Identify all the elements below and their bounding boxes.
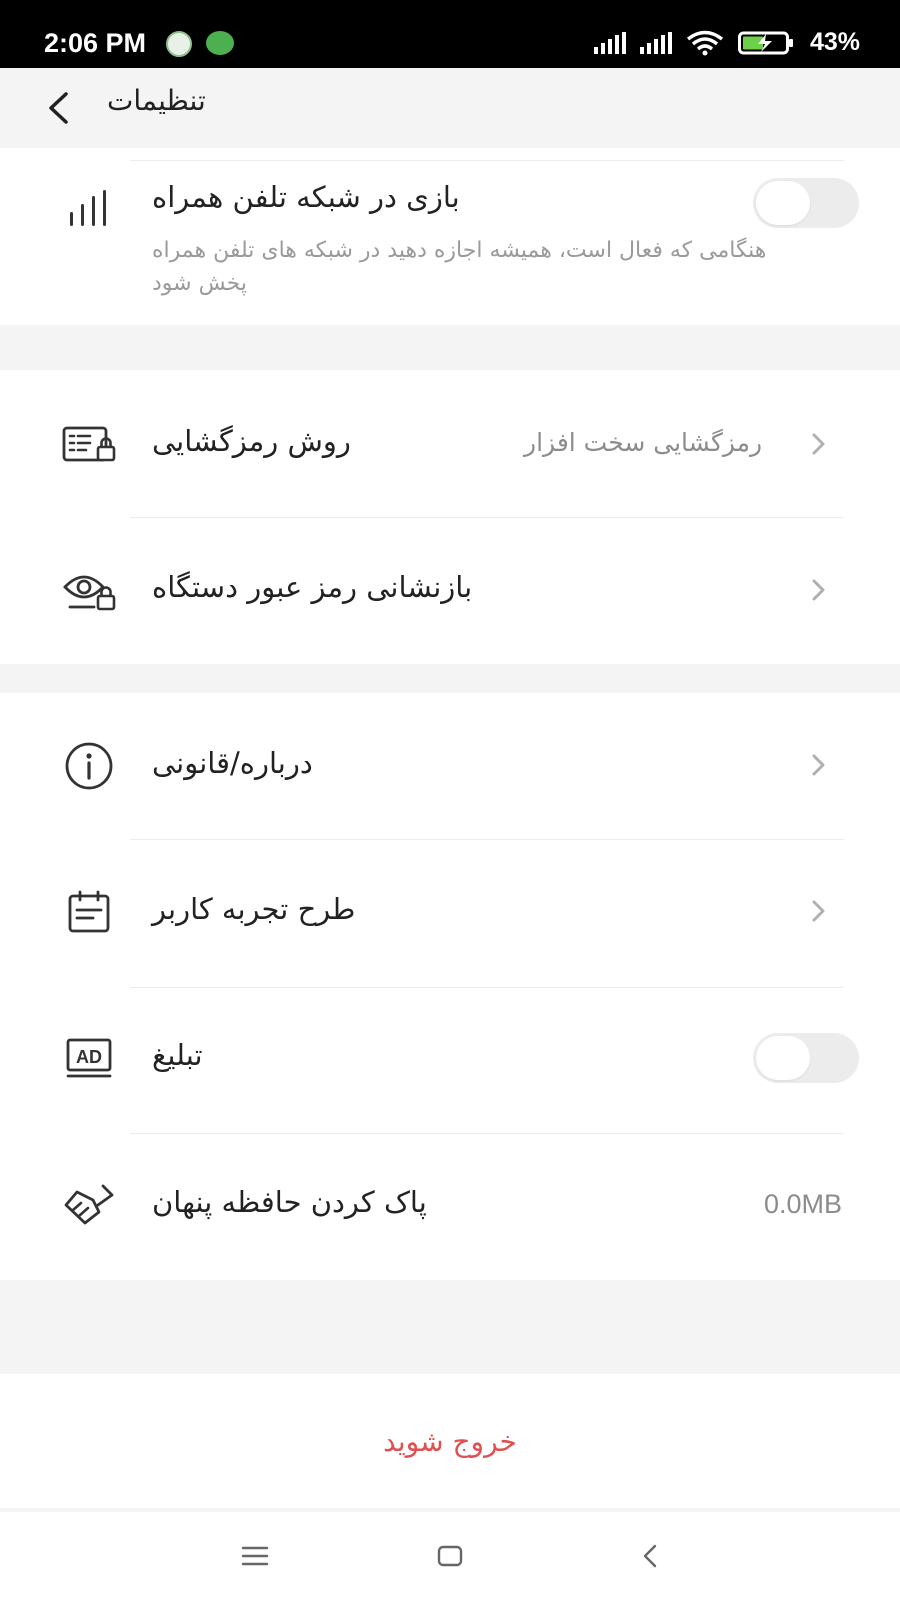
mobile-data-toggle[interactable] <box>753 178 859 228</box>
decoding-value: رمزگشایی سخت افزار <box>524 428 763 457</box>
clear-cache-row[interactable]: پاک کردن حافظه پنهان 0.0MB <box>0 1134 900 1280</box>
chevron-right-icon <box>812 754 825 776</box>
android-app-icon <box>206 31 234 55</box>
ux-plan-label: طرح تجربه کاربر <box>152 892 356 926</box>
ads-toggle[interactable] <box>753 1033 859 1083</box>
about-label: درباره/قانونی <box>152 746 313 780</box>
system-nav-bar <box>0 1512 900 1600</box>
mobile-data-description: هنگامی که فعال است، همیشه اجازه دهید در … <box>152 238 767 296</box>
app-header: تنظیمات <box>0 68 900 148</box>
ads-row: AD تبلیغ <box>0 988 900 1134</box>
reset-password-label: بازنشانی رمز عبور دستگاه <box>152 570 473 604</box>
info-icon <box>60 740 118 792</box>
decoding-label: روش رمزگشایی <box>152 424 351 458</box>
notification-app-icon <box>166 31 192 57</box>
eye-lock-icon <box>60 564 118 616</box>
signal-1-icon <box>593 31 626 54</box>
ads-label: تبلیغ <box>152 1038 203 1072</box>
signal-2-icon <box>639 31 672 54</box>
cache-size: 0.0MB <box>763 1189 842 1219</box>
home-button[interactable] <box>430 1536 470 1576</box>
mobile-data-label: بازی در شبکه تلفن همراه <box>152 180 460 214</box>
menu-icon <box>241 1546 269 1566</box>
decoder-lock-icon <box>60 418 118 470</box>
logout-label: خروج شوید <box>383 1424 517 1458</box>
menu-button[interactable] <box>235 1536 275 1576</box>
general-card: درباره/قانونی طرح تجربه کاربر AD تبلیغ پ… <box>0 693 900 1280</box>
wifi-icon <box>686 30 724 55</box>
calendar-note-icon <box>60 886 118 938</box>
security-card: روش رمزگشایی رمزگشایی سخت افزار بازنشانی… <box>0 370 900 664</box>
reset-password-row[interactable]: بازنشانی رمز عبور دستگاه <box>0 518 900 664</box>
page-title: تنظیمات <box>107 84 206 117</box>
broom-icon <box>60 1179 118 1231</box>
status-time: 2:06 PM <box>44 28 147 58</box>
status-bar: 2:06 PM 43% <box>0 0 900 68</box>
chevron-right-icon <box>812 433 825 455</box>
home-icon <box>437 1545 463 1567</box>
clear-cache-label: پاک کردن حافظه پنهان <box>152 1185 427 1219</box>
battery-charging-icon <box>737 31 793 54</box>
decoding-row[interactable]: روش رمزگشایی رمزگشایی سخت افزار <box>0 370 900 518</box>
mobile-data-card: بازی در شبکه تلفن همراه هنگامی که فعال ا… <box>0 148 900 325</box>
back-button[interactable] <box>38 86 78 130</box>
chevron-right-icon <box>812 579 825 601</box>
battery-percent: 43% <box>809 28 860 56</box>
svg-text:AD: AD <box>76 1047 102 1067</box>
chevron-left-icon <box>49 92 68 124</box>
ad-icon: AD <box>60 1032 118 1084</box>
logout-button[interactable]: خروج شوید <box>0 1374 900 1508</box>
nav-back-button[interactable] <box>630 1536 670 1576</box>
ux-plan-row[interactable]: طرح تجربه کاربر <box>0 840 900 987</box>
status-right: 43% <box>593 28 860 57</box>
back-icon <box>643 1544 657 1568</box>
about-row[interactable]: درباره/قانونی <box>0 693 900 839</box>
signal-bars-icon <box>60 182 118 234</box>
chevron-right-icon <box>812 900 825 922</box>
